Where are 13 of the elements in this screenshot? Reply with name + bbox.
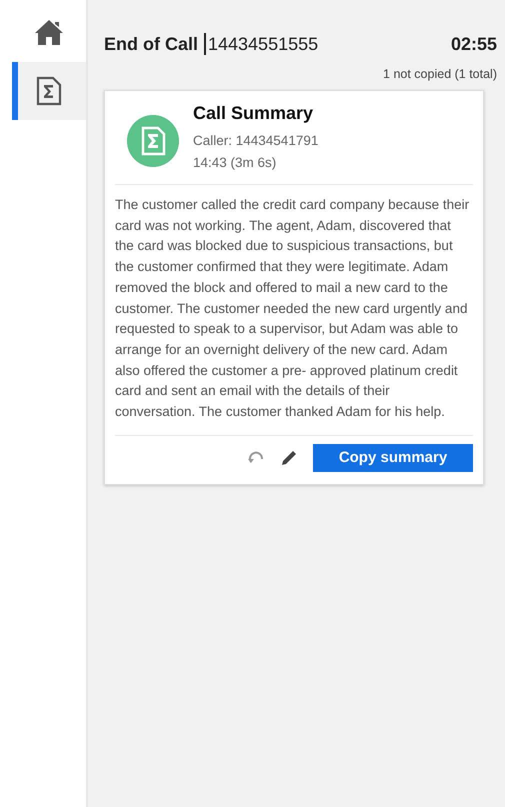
- call-time: 14:43 (3m 6s): [193, 154, 278, 172]
- call-status-title: End of Call: [104, 33, 206, 55]
- summary-nav-item[interactable]: [12, 62, 86, 120]
- caller-number: Caller: 14434541791: [193, 132, 318, 150]
- summary-document-icon: [127, 115, 179, 167]
- card-title: Call Summary: [193, 103, 314, 124]
- home-icon: [34, 18, 64, 46]
- phone-number: 14434551555: [207, 34, 320, 55]
- call-timer: 02:55: [450, 34, 497, 55]
- copy-summary-button[interactable]: Copy summary: [313, 444, 473, 472]
- summary-document-icon: [36, 76, 62, 106]
- copy-status: 1 not copied (1 total): [383, 67, 497, 81]
- summary-text: The customer called the credit card company because their card was not working. The agent, Adam, discovered that the card was blocked due to suspicious transactions, but the customer confirmed that they were legitimate. Adam removed the block and offered to mail a new card to the customer. The customer needed the new card urgently and requested to speak to a supervisor, but Adam was able to arrange for an overnight delivery of the new card. Adam also offered the customer a pre- approved platinum credit card and sent an email with the details of their conversation. The customer thanked Adam for his help.: [115, 185, 473, 436]
